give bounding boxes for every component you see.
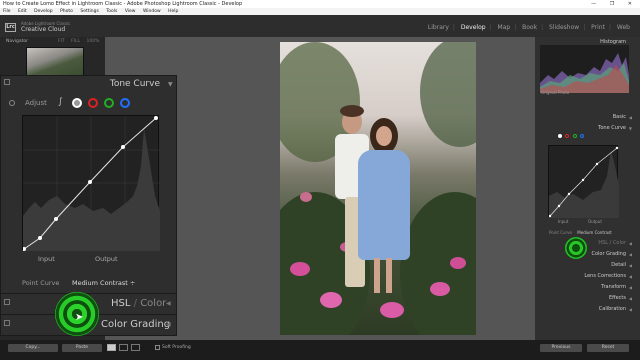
basic-section[interactable]: Basic [613,114,626,120]
menu-help[interactable]: Help [168,9,178,14]
module-print[interactable]: Print [591,24,605,31]
panel-divider [0,293,177,294]
hsl-collapse-icon[interactable]: ◀ [166,300,171,307]
red-channel-icon[interactable] [88,98,98,108]
right-point-curve-row: Point Curve Medium Contrast [549,230,621,236]
right-color-grading-section[interactable]: Color Grading [591,251,626,257]
previous-button[interactable]: Previous [540,344,582,352]
zoom-fit[interactable]: FIT [58,39,65,44]
original-photo-label: Original Photo [541,90,570,95]
paste-button[interactable]: Paste [62,344,102,352]
effects-section[interactable]: Effects [609,295,626,301]
effects-collapse-icon[interactable]: ◀ [629,296,632,301]
right-point-curve-label: Point Curve [549,230,573,235]
hsl-collapse-icon[interactable]: ◀ [629,241,632,246]
hsl-separator: / [130,298,141,309]
module-map[interactable]: Map [498,24,511,31]
module-web[interactable]: Web [617,24,630,31]
right-tc-input-label: Input [558,219,569,224]
histogram [540,45,629,93]
navigator-thumbnail[interactable] [26,47,84,77]
module-library[interactable]: Library [428,24,449,31]
adjust-label: Adjust [25,99,47,107]
menu-window[interactable]: Window [143,9,161,14]
right-tone-curve-graph[interactable] [548,145,619,218]
right-tc-output-label: Output [588,219,602,224]
mouse-cursor-icon: ➤ [75,312,84,323]
module-picker: Library | Develop | Map | Book | Slideshow | … [427,24,630,31]
hsl-color-section[interactable]: HSL / Color [111,298,166,309]
blue-channel-icon[interactable] [120,98,130,108]
menu-tools[interactable]: Tools [106,9,117,14]
tone-curve-title[interactable]: Tone Curve [100,79,160,89]
targeted-adjustment-icon[interactable] [9,100,15,106]
module-book[interactable]: Book [522,24,537,31]
navigator-title[interactable]: Navigator [6,39,28,44]
window-controls[interactable]: — ❐ ✕ [591,0,638,8]
right-point-curve-value[interactable]: Medium Contrast [577,230,611,235]
navigator-zoom: FIT FILL 100% [58,39,99,44]
right-tone-curve-section[interactable]: Tone Curve [598,125,626,131]
menu-photo[interactable]: Photo [60,9,73,14]
tone-curve-collapse-icon[interactable]: ▼ [629,126,632,131]
right-hsl-section[interactable]: HSL / Color [598,240,626,246]
color-label[interactable]: Color [140,298,166,309]
window-title: How to Create Lomo Effect in Lightroom C… [3,1,243,7]
zoom-fill[interactable]: FILL [71,39,80,44]
input-label: Input [38,255,55,263]
calibration-section[interactable]: Calibration [599,306,626,312]
menu-file[interactable]: File [3,9,11,14]
channel-selector: ∫ [58,97,132,109]
menu-bar: File Edit Develop Photo Settings Tools V… [0,8,640,15]
basic-collapse-icon[interactable]: ◀ [629,115,632,120]
window-title-bar: How to Create Lomo Effect in Lightroom C… [0,0,640,8]
output-label: Output [95,255,118,263]
menu-develop[interactable]: Develop [34,9,53,14]
click-highlight-ring [565,237,587,259]
point-curve-dropdown[interactable]: Medium Contrast ÷ [72,279,135,287]
loupe-view-icon[interactable] [107,344,116,351]
hsl-label[interactable]: HSL [111,298,130,309]
rgb-channel-icon[interactable] [72,98,82,108]
module-develop[interactable]: Develop [461,24,486,31]
zoom-100[interactable]: 100% [86,39,99,44]
photo-couple-in-flowers[interactable] [280,42,476,335]
lrc-logo: Lrc [5,23,16,32]
color-grading-section[interactable]: Color Grading [101,319,170,330]
color-grading-collapse-icon[interactable]: ◀ [166,321,171,328]
parametric-curve-icon[interactable]: ∫ [58,97,63,107]
before-after-icon[interactable] [119,344,128,351]
transform-collapse-icon[interactable]: ◀ [629,285,632,290]
copy-button[interactable]: Copy... [8,344,58,352]
tone-curve-graph[interactable] [22,115,160,251]
identity-name: Creative Cloud [21,26,66,33]
point-curve-label: Point Curve [22,279,60,287]
green-channel-icon[interactable] [104,98,114,108]
before-after-split-icon[interactable] [131,344,140,351]
hsl-switch-icon[interactable] [4,299,10,305]
calibration-collapse-icon[interactable]: ◀ [629,307,632,312]
right-tc-channel-row [548,134,618,142]
color-grading-switch-icon[interactable] [4,320,10,326]
module-slideshow[interactable]: Slideshow [549,24,579,31]
menu-edit[interactable]: Edit [18,9,27,14]
tone-curve-collapse-icon[interactable]: ▼ [168,81,173,88]
menu-settings[interactable]: Settings [80,9,98,14]
lens-collapse-icon[interactable]: ◀ [629,274,632,279]
panel-switch-icon[interactable] [4,79,10,85]
reset-button[interactable]: Reset [587,344,629,352]
transform-section[interactable]: Transform [601,284,626,290]
detail-section[interactable]: Detail [611,262,626,268]
soft-proofing-label: Soft Proofing [162,345,191,350]
menu-view[interactable]: View [125,9,136,14]
lens-corrections-section[interactable]: Lens Corrections [584,273,626,279]
detail-collapse-icon[interactable]: ◀ [629,263,632,268]
color-grading-collapse-icon[interactable]: ◀ [629,252,632,257]
soft-proofing-checkbox[interactable] [155,345,160,350]
